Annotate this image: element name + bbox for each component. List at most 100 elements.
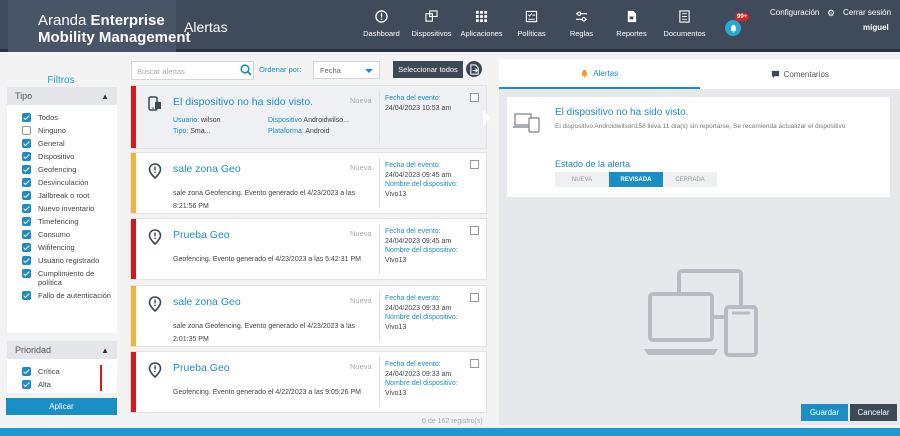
filter-item[interactable]: Jailbreak o root bbox=[7, 189, 117, 202]
checkbox[interactable] bbox=[22, 165, 31, 174]
filter-item-label: Wififencing bbox=[38, 243, 75, 252]
filter-item[interactable]: Crítica bbox=[7, 365, 117, 378]
search-input[interactable]: Buscar alertas bbox=[131, 61, 254, 80]
nav-label: Dispositivos bbox=[411, 29, 452, 38]
filter-tipo-header[interactable]: Tipo ▲ bbox=[7, 87, 117, 105]
alert-title[interactable]: El dispositivo no ha sido visto. bbox=[173, 96, 313, 108]
checkbox[interactable] bbox=[22, 269, 31, 278]
nav-dispositivos[interactable]: Dispositivos bbox=[408, 8, 455, 46]
chevron-up-icon[interactable]: ▲ bbox=[101, 92, 109, 101]
filter-item-label: Alta bbox=[38, 380, 51, 389]
checkbox[interactable] bbox=[22, 191, 31, 200]
search-icon[interactable] bbox=[240, 64, 252, 76]
priority-stripe bbox=[131, 352, 136, 412]
checkbox[interactable] bbox=[22, 230, 31, 239]
alert-select-checkbox[interactable] bbox=[470, 226, 479, 235]
filter-item[interactable]: Todos bbox=[7, 111, 117, 124]
notifications-button[interactable] bbox=[725, 20, 741, 36]
filter-item-label: Timefencing bbox=[38, 217, 79, 226]
checkbox[interactable] bbox=[22, 256, 31, 265]
tab-alertas[interactable]: Alertas bbox=[499, 59, 700, 89]
checkbox[interactable] bbox=[22, 367, 31, 376]
alert-card[interactable]: El dispositivo no ha sido visto. Nueva U… bbox=[130, 85, 487, 149]
state-cerrada-button[interactable]: CERRADA bbox=[663, 172, 717, 187]
alert-title[interactable]: sale zona Geo bbox=[173, 296, 241, 308]
export-button[interactable] bbox=[466, 61, 482, 77]
alert-card[interactable]: Prueba Geo Nueva Geofencing. Evento gene… bbox=[130, 218, 487, 280]
logout-link[interactable]: Cerrar sesión bbox=[843, 8, 891, 17]
alert-card[interactable]: Prueba Geo Nueva Geofencing. Evento gene… bbox=[130, 351, 487, 413]
filter-item[interactable]: Wififencing bbox=[7, 241, 117, 254]
order-by-select[interactable]: Fecha bbox=[313, 61, 380, 79]
brand-logo[interactable]: Aranda Enterprise Mobility Management bbox=[8, 0, 191, 52]
checkbox[interactable] bbox=[22, 139, 31, 148]
records-count: 0 de 162 registro(s) bbox=[422, 418, 483, 425]
top-header: Aranda Enterprise Mobility Management Al… bbox=[0, 0, 900, 52]
state-nueva-button[interactable]: NUEVA bbox=[555, 172, 609, 187]
tab-comentarios[interactable]: Comentarios bbox=[700, 59, 900, 89]
checkbox[interactable] bbox=[22, 217, 31, 226]
checkbox[interactable] bbox=[22, 113, 31, 122]
alert-title[interactable]: Prueba Geo bbox=[173, 362, 230, 374]
alert-card[interactable]: sale zona Geo Nueva sale zona Geofencing… bbox=[130, 152, 487, 214]
location-alert-icon bbox=[148, 229, 162, 245]
filter-item[interactable]: Geofencing bbox=[7, 163, 117, 176]
checkbox[interactable] bbox=[22, 126, 31, 135]
alert-select-checkbox[interactable] bbox=[470, 93, 479, 102]
filter-item[interactable]: Dispositivo bbox=[7, 150, 117, 163]
meta-value: Sma... bbox=[190, 128, 211, 135]
filter-item-label: Nuevo inventario bbox=[38, 204, 95, 213]
chevron-up-icon[interactable]: ▲ bbox=[101, 346, 109, 355]
filter-item[interactable]: Consumo bbox=[7, 228, 117, 241]
filter-item[interactable]: Fallo de autenticación bbox=[7, 289, 117, 302]
alert-title[interactable]: Prueba Geo bbox=[173, 229, 230, 241]
checkbox[interactable] bbox=[22, 291, 31, 300]
filter-item[interactable]: Desvinculación bbox=[7, 176, 117, 189]
alert-select-checkbox[interactable] bbox=[470, 160, 479, 169]
detail-tabs: Alertas Comentarios bbox=[499, 59, 900, 89]
nav-aplicaciones[interactable]: Aplicaciones bbox=[458, 8, 505, 46]
card-divider bbox=[379, 158, 380, 208]
alert-event-info: Fecha del evento: 24/04/2023 09:45 am No… bbox=[385, 161, 475, 199]
filter-item[interactable]: Cumplimiento de política bbox=[7, 267, 117, 289]
checkbox[interactable] bbox=[22, 243, 31, 252]
checkbox[interactable] bbox=[22, 380, 31, 389]
filter-item[interactable]: Ninguno bbox=[7, 124, 117, 137]
order-by-label: Ordenar por: bbox=[259, 65, 302, 74]
nav-label: Políticas bbox=[517, 29, 546, 38]
nav-dashboard[interactable]: Dashboard bbox=[358, 8, 405, 46]
cancel-button[interactable]: Cancelar bbox=[850, 404, 897, 421]
apps-grid-icon bbox=[475, 10, 488, 23]
filter-item-label: Usuario registrado bbox=[38, 256, 100, 265]
apply-filters-button[interactable]: Aplicar bbox=[6, 398, 117, 415]
nav-politicas[interactable]: Políticas bbox=[508, 8, 555, 46]
nav-documentos[interactable]: Documentos bbox=[658, 8, 711, 46]
event-date-label: Fecha del evento: bbox=[385, 295, 441, 302]
checkbox[interactable] bbox=[22, 152, 31, 161]
filter-item[interactable]: Usuario registrado bbox=[7, 254, 117, 267]
filter-prioridad-header[interactable]: Prioridad ▲ bbox=[7, 341, 117, 359]
filter-item-label: Geofencing bbox=[38, 165, 77, 174]
config-link[interactable]: Configuración bbox=[770, 8, 819, 17]
filter-item[interactable]: Alta bbox=[7, 378, 117, 391]
select-all-button[interactable]: Seleccionar todos bbox=[393, 61, 463, 78]
order-by-value: Fecha bbox=[320, 66, 341, 75]
state-revisada-button[interactable]: REVISADA bbox=[609, 172, 663, 187]
gear-icon[interactable]: ⚙ bbox=[827, 8, 835, 19]
filter-item[interactable]: Nuevo inventario bbox=[7, 202, 117, 215]
nav-reportes[interactable]: Reportes bbox=[608, 8, 655, 46]
comment-icon bbox=[771, 70, 779, 78]
filter-item[interactable]: General bbox=[7, 137, 117, 150]
alert-title[interactable]: sale zona Geo bbox=[173, 163, 241, 175]
alert-select-checkbox[interactable] bbox=[470, 359, 479, 368]
save-button[interactable]: Guardar bbox=[801, 404, 848, 421]
device-name: Vivo13 bbox=[385, 389, 407, 397]
alert-select-checkbox[interactable] bbox=[470, 293, 479, 302]
checkbox[interactable] bbox=[22, 204, 31, 213]
alert-card[interactable]: sale zona Geo Nueva sale zona Geofencing… bbox=[130, 285, 487, 347]
nav-reglas[interactable]: Reglas bbox=[558, 8, 605, 46]
filter-item[interactable]: Timefencing bbox=[7, 215, 117, 228]
alert-state: Nueva bbox=[350, 229, 372, 238]
event-date-label: Fecha del evento: bbox=[385, 95, 441, 102]
checkbox[interactable] bbox=[22, 178, 31, 187]
